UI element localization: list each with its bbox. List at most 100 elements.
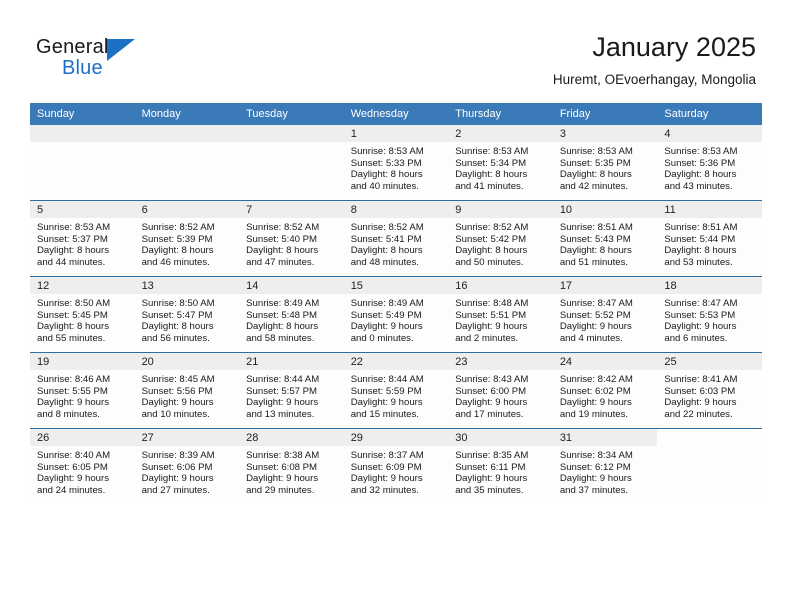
day-number: 12 <box>30 277 135 294</box>
day-detail-block: Sunrise: 8:51 AM Sunset: 5:44 PM Daylight:… <box>657 218 762 268</box>
day-number: 15 <box>343 277 449 294</box>
calendar-day-cell[interactable]: 20 Sunrise: 8:45 AM Sunset: 5:56 PM Dayligh… <box>134 352 240 429</box>
day-detail-line: Sunrise: 8:44 AM <box>350 374 424 385</box>
calendar-day-cell[interactable]: 13 Sunrise: 8:50 AM Sunset: 5:47 PM Dayligh… <box>134 276 240 353</box>
day-detail-line: Sunset: 5:51 PM <box>455 309 527 321</box>
day-detail-line: Sunset: 6:11 PM <box>455 461 526 473</box>
day-detail-line: Sunrise: 8:52 AM <box>141 222 215 233</box>
day-number: 26 <box>30 429 135 446</box>
day-detail-line: Sunset: 5:49 PM <box>350 309 422 321</box>
calendar-day-cell[interactable]: 22 Sunrise: 8:44 AM Sunset: 5:59 PM Dayligh… <box>343 352 449 429</box>
calendar-day-cell[interactable]: 3 Sunrise: 8:53 AM Sunset: 5:35 PM Daylight… <box>552 125 658 201</box>
calendar-day-cell[interactable]: 28 Sunrise: 8:38 AM Sunset: 6:08 PM Dayligh… <box>239 428 344 504</box>
day-detail-line: Sunset: 6:05 PM <box>37 461 108 473</box>
day-detail-line: Sunset: 6:00 PM <box>455 385 527 397</box>
day-detail-line: Sunset: 5:40 PM <box>246 233 318 245</box>
day-number: 20 <box>134 353 240 370</box>
calendar-day-cell[interactable]: 7 Sunrise: 8:52 AM Sunset: 5:40 PM Daylight… <box>239 200 344 277</box>
day-detail-line: Sunrise: 8:51 AM <box>664 222 738 233</box>
day-detail-block: Sunrise: 8:49 AM Sunset: 5:49 PM Daylight:… <box>344 294 449 344</box>
day-detail-line: and 50 minutes. <box>455 256 524 268</box>
calendar-day-cell[interactable]: 2 Sunrise: 8:53 AM Sunset: 5:34 PM Daylight… <box>448 125 553 201</box>
day-number <box>239 125 344 142</box>
day-detail-line: Sunset: 5:53 PM <box>664 309 736 321</box>
day-detail-line: Daylight: 9 hours <box>664 321 737 333</box>
calendar-day-cell[interactable]: 15 Sunrise: 8:49 AM Sunset: 5:49 PM Dayligh… <box>343 276 449 353</box>
calendar-day-cell[interactable]: 27 Sunrise: 8:39 AM Sunset: 6:06 PM Dayligh… <box>134 428 240 504</box>
page-title: January 2025 <box>592 32 756 62</box>
calendar-empty-cell <box>239 125 344 201</box>
logo-text-blue: Blue <box>62 57 103 79</box>
calendar-day-cell[interactable]: 8 Sunrise: 8:52 AM Sunset: 5:41 PM Daylight… <box>343 200 449 277</box>
day-number: 9 <box>448 201 553 218</box>
day-detail-line: Sunset: 6:12 PM <box>559 461 631 473</box>
day-detail-block: Sunrise: 8:39 AM Sunset: 6:06 PM Daylight:… <box>135 446 240 496</box>
weekday-header-monday: Monday <box>134 103 240 125</box>
day-detail-line: and 53 minutes. <box>664 256 733 268</box>
day-detail-line: Sunset: 6:06 PM <box>141 461 213 473</box>
day-detail-line: and 44 minutes. <box>37 256 106 268</box>
day-detail-line: Sunrise: 8:49 AM <box>350 298 424 309</box>
day-number <box>30 125 135 142</box>
day-detail-line: Daylight: 9 hours <box>559 321 632 333</box>
calendar-day-cell[interactable]: 1 Sunrise: 8:53 AM Sunset: 5:33 PM Daylight… <box>343 125 449 201</box>
day-detail-line: Daylight: 9 hours <box>455 321 528 333</box>
calendar-day-cell[interactable]: 23 Sunrise: 8:43 AM Sunset: 6:00 PM Dayligh… <box>448 352 553 429</box>
day-detail-line: and 40 minutes. <box>350 180 419 192</box>
day-detail-line: Daylight: 9 hours <box>246 473 319 485</box>
calendar-day-cell[interactable]: 5 Sunrise: 8:53 AM Sunset: 5:37 PM Daylight… <box>30 200 135 277</box>
calendar-day-cell[interactable]: 30 Sunrise: 8:35 AM Sunset: 6:11 PM Dayligh… <box>448 428 553 504</box>
day-number: 2 <box>448 125 553 142</box>
calendar-day-cell[interactable]: 10 Sunrise: 8:51 AM Sunset: 5:43 PM Dayligh… <box>552 200 658 277</box>
general-blue-logo[interactable]: General Blue <box>36 36 156 82</box>
calendar-day-cell[interactable]: 21 Sunrise: 8:44 AM Sunset: 5:57 PM Dayligh… <box>239 352 344 429</box>
calendar-day-cell[interactable]: 31 Sunrise: 8:34 AM Sunset: 6:12 PM Dayligh… <box>552 428 658 504</box>
day-detail-line: Sunset: 5:36 PM <box>664 157 736 169</box>
calendar-day-cell[interactable]: 9 Sunrise: 8:52 AM Sunset: 5:42 PM Daylight… <box>448 200 553 277</box>
calendar-day-cell[interactable]: 14 Sunrise: 8:49 AM Sunset: 5:48 PM Dayligh… <box>239 276 344 353</box>
day-number: 7 <box>239 201 344 218</box>
weekday-header-tuesday: Tuesday <box>239 103 344 125</box>
day-detail-line: Daylight: 8 hours <box>664 169 737 181</box>
day-detail-block: Sunrise: 8:41 AM Sunset: 6:03 PM Daylight:… <box>657 370 762 420</box>
day-number: 29 <box>343 429 449 446</box>
day-detail-line: Daylight: 9 hours <box>37 473 109 485</box>
day-detail-line: and 27 minutes. <box>141 484 210 496</box>
day-detail-line: and 29 minutes. <box>246 484 315 496</box>
day-detail-line: and 4 minutes. <box>559 332 623 344</box>
day-detail-block: Sunrise: 8:48 AM Sunset: 5:51 PM Daylight:… <box>448 294 553 344</box>
day-detail-line: Sunset: 5:47 PM <box>141 309 213 321</box>
day-detail-line: Sunrise: 8:43 AM <box>455 374 529 385</box>
day-detail-line: Sunrise: 8:53 AM <box>664 146 738 157</box>
calendar-day-cell[interactable]: 11 Sunrise: 8:51 AM Sunset: 5:44 PM Dayligh… <box>657 200 762 277</box>
calendar-day-cell[interactable]: 4 Sunrise: 8:53 AM Sunset: 5:36 PM Daylight… <box>657 125 762 201</box>
day-detail-line: Sunrise: 8:42 AM <box>559 374 633 385</box>
day-detail-line: and 0 minutes. <box>350 332 414 344</box>
day-detail-line: Daylight: 8 hours <box>455 169 528 181</box>
day-detail-block <box>239 142 344 146</box>
calendar-day-cell[interactable]: 24 Sunrise: 8:42 AM Sunset: 6:02 PM Dayligh… <box>552 352 658 429</box>
day-detail-line: Daylight: 8 hours <box>37 321 109 333</box>
calendar-day-cell[interactable]: 29 Sunrise: 8:37 AM Sunset: 6:09 PM Dayligh… <box>343 428 449 504</box>
day-detail-line: Sunset: 5:45 PM <box>37 309 108 321</box>
day-detail-block: Sunrise: 8:52 AM Sunset: 5:41 PM Daylight:… <box>344 218 449 268</box>
day-detail-line: and 15 minutes. <box>350 408 419 420</box>
day-detail-line: Sunset: 6:08 PM <box>246 461 318 473</box>
day-number: 19 <box>30 353 135 370</box>
calendar-day-cell[interactable]: 16 Sunrise: 8:48 AM Sunset: 5:51 PM Dayligh… <box>448 276 553 353</box>
day-detail-line: Sunset: 5:59 PM <box>350 385 422 397</box>
calendar-day-cell[interactable]: 17 Sunrise: 8:47 AM Sunset: 5:52 PM Dayligh… <box>552 276 658 353</box>
calendar-day-cell[interactable]: 12 Sunrise: 8:50 AM Sunset: 5:45 PM Dayligh… <box>30 276 135 353</box>
day-detail-line: Sunrise: 8:52 AM <box>455 222 529 233</box>
day-detail-line: and 46 minutes. <box>141 256 210 268</box>
day-detail-block: Sunrise: 8:50 AM Sunset: 5:45 PM Daylight:… <box>30 294 135 344</box>
day-detail-line: and 42 minutes. <box>559 180 629 192</box>
calendar-day-cell[interactable]: 26 Sunrise: 8:40 AM Sunset: 6:05 PM Dayligh… <box>30 428 135 504</box>
calendar-day-cell[interactable]: 25 Sunrise: 8:41 AM Sunset: 6:03 PM Dayligh… <box>657 352 762 429</box>
calendar-day-cell[interactable]: 18 Sunrise: 8:47 AM Sunset: 5:53 PM Dayligh… <box>657 276 762 353</box>
day-detail-line: Daylight: 9 hours <box>664 397 737 409</box>
calendar-day-cell[interactable]: 19 Sunrise: 8:46 AM Sunset: 5:55 PM Dayligh… <box>30 352 135 429</box>
calendar-day-cell[interactable]: 6 Sunrise: 8:52 AM Sunset: 5:39 PM Daylight… <box>134 200 240 277</box>
title-block: January 2025 Huremt, OEvoerhangay, Mongo… <box>553 30 756 90</box>
day-detail-block: Sunrise: 8:49 AM Sunset: 5:48 PM Daylight:… <box>239 294 344 344</box>
